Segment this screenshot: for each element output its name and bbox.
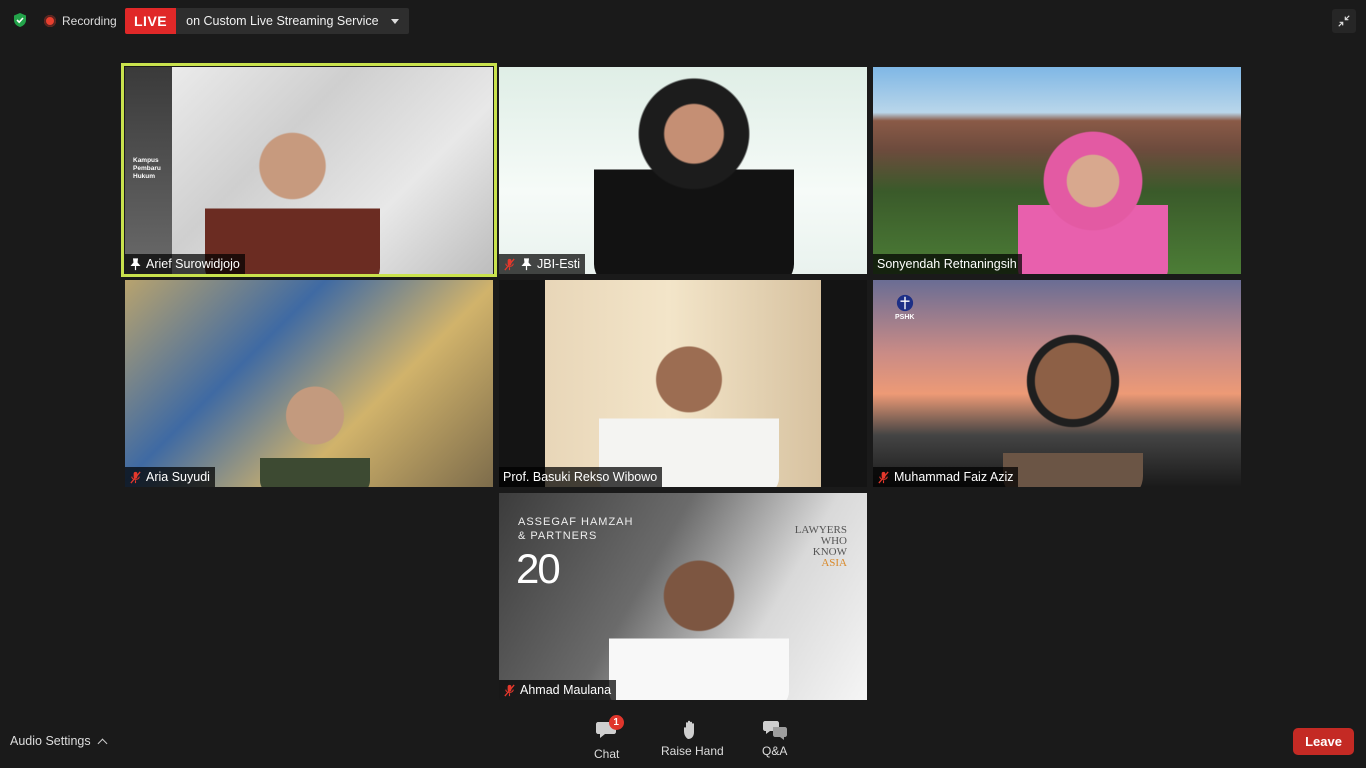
qa-label: Q&A	[762, 744, 788, 758]
pshk-emblem-icon	[896, 294, 913, 312]
name-label: Sonyendah Retnaningsih	[873, 254, 1022, 274]
pshk-logo: PSHK	[895, 294, 914, 321]
audio-settings-button[interactable]: Audio Settings	[10, 734, 108, 748]
name-label: Ahmad Maulana	[499, 680, 617, 700]
muted-mic-icon	[504, 258, 515, 270]
logo-line: ASIA	[821, 557, 847, 569]
live-stream-status[interactable]: LIVE on Custom Live Streaming Service	[125, 8, 409, 34]
brand-line: ASSEGAF HAMZAH	[518, 516, 634, 528]
pin-icon	[130, 257, 141, 270]
qa-icon	[762, 721, 787, 740]
pshk-logo-text: PSHK	[895, 314, 915, 321]
muted-mic-icon	[130, 471, 141, 483]
live-service-dropdown[interactable]: on Custom Live Streaming Service	[176, 8, 409, 34]
participant-name: Aria Suyudi	[146, 470, 210, 484]
chat-label: Chat	[594, 747, 620, 761]
brand-line: & PARTNERS	[518, 530, 598, 542]
audio-settings-label: Audio Settings	[10, 734, 91, 748]
participant-video	[594, 75, 794, 274]
participant-name: Ahmad Maulana	[520, 683, 612, 697]
name-label: Aria Suyudi	[125, 467, 215, 487]
participant-video	[609, 543, 789, 700]
lawyers-who-know-logo: LAWYERS WHO KNOW ASIA	[795, 525, 847, 569]
virtual-background-panel: Kampus Pembaru Hukum	[125, 67, 172, 274]
anniversary-number: 20	[516, 545, 561, 592]
chat-icon-wrap: 1	[595, 715, 624, 744]
video-tile-arief[interactable]: Kampus Pembaru Hukum Arief Surowidjojo	[125, 67, 493, 274]
participant-name: JBI-Esti	[537, 257, 581, 271]
live-badge: LIVE	[125, 8, 177, 34]
video-tile-sonyendah[interactable]: Sonyendah Retnaningsih	[873, 67, 1241, 274]
qa-button[interactable]: Q&A	[762, 719, 787, 758]
name-label: Muhammad Faiz Aziz	[873, 467, 1019, 487]
raise-hand-label: Raise Hand	[661, 744, 724, 758]
video-tile-basuki[interactable]: Prof. Basuki Rekso Wibowo	[499, 280, 867, 487]
live-service-label: on Custom Live Streaming Service	[186, 14, 379, 28]
participant-video	[599, 325, 779, 487]
participant-video	[205, 115, 380, 274]
pin-icon	[521, 257, 532, 270]
video-tile-jbi-esti[interactable]: JBI-Esti	[499, 67, 867, 274]
raise-hand-icon	[684, 720, 695, 739]
caret-down-icon	[390, 18, 399, 24]
participant-video	[260, 368, 370, 487]
recording-label: Recording	[62, 14, 117, 28]
background-caption: Kampus Pembaru Hukum	[133, 157, 161, 180]
name-label: Arief Surowidjojo	[125, 254, 245, 274]
video-tile-faiz[interactable]: PSHK Muhammad Faiz Aziz	[873, 280, 1241, 487]
chat-count-badge: 1	[608, 715, 624, 730]
raise-hand-button[interactable]: Raise Hand	[661, 719, 724, 758]
record-dot-icon	[44, 15, 56, 27]
firm-brand-text: ASSEGAF HAMZAH & PARTNERS	[518, 515, 633, 543]
participant-name: Sonyendah Retnaningsih	[877, 257, 1017, 271]
participant-name: Arief Surowidjojo	[146, 257, 240, 271]
security-shield-icon[interactable]	[12, 12, 28, 28]
recording-indicator[interactable]: Recording	[44, 12, 117, 30]
participant-video	[1003, 305, 1143, 487]
muted-mic-icon	[504, 684, 515, 696]
name-label: Prof. Basuki Rekso Wibowo	[499, 467, 663, 487]
participant-name: Muhammad Faiz Aziz	[894, 470, 1014, 484]
exit-fullscreen-button[interactable]	[1332, 9, 1356, 33]
chevron-up-icon	[97, 738, 108, 748]
muted-mic-icon	[878, 471, 889, 483]
video-tile-aria[interactable]: Aria Suyudi	[125, 280, 493, 487]
exit-fullscreen-icon	[1338, 15, 1350, 27]
name-label: JBI-Esti	[499, 254, 586, 274]
chat-button[interactable]: 1 Chat	[594, 715, 624, 761]
leave-button[interactable]: Leave	[1293, 728, 1354, 755]
participant-video	[1018, 125, 1168, 274]
video-tile-ahmad[interactable]: ASSEGAF HAMZAH & PARTNERS 20 LAWYERS WHO…	[499, 493, 867, 700]
participant-name: Prof. Basuki Rekso Wibowo	[503, 470, 658, 484]
